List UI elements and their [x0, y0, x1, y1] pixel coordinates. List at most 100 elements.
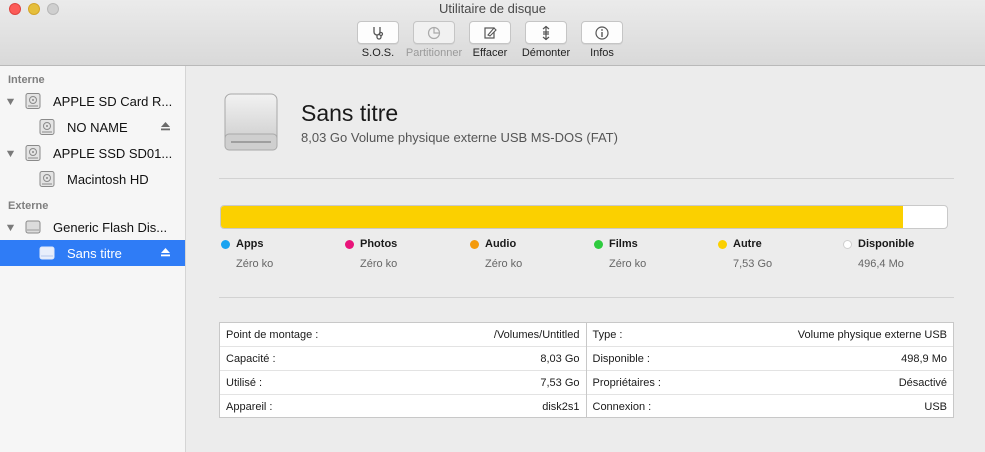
- erase-button[interactable]: Effacer: [462, 21, 518, 59]
- info-value: 498,9 Mo: [901, 352, 947, 365]
- legend-item-disponible: Disponible 496,4 Mo: [843, 238, 914, 270]
- window-title: Utilitaire de disque: [439, 1, 546, 16]
- sos-button[interactable]: S.O.S.: [350, 21, 406, 59]
- pie-icon: [427, 26, 441, 39]
- disk-utility-window: Utilitaire de disque S.O.S. Partitionner…: [0, 0, 985, 452]
- partition-label: Partitionner: [405, 47, 463, 59]
- sidebar-item-label: APPLE SD Card R...: [53, 93, 173, 109]
- legend-item-autre: Autre 7,53 Go: [718, 238, 772, 270]
- info-label: Point de montage :: [226, 328, 319, 341]
- info-value: USB: [924, 401, 947, 413]
- sidebar-item-label: APPLE SSD SD01...: [53, 145, 173, 161]
- volume-name: Sans titre: [301, 100, 399, 126]
- legend-item-audio: Audio Zéro ko: [470, 238, 522, 270]
- external-disk-icon: [224, 93, 278, 151]
- info-value: 7,53 Go: [540, 376, 580, 389]
- usage-bar: [220, 205, 948, 229]
- info-label: Disponible :: [592, 352, 650, 365]
- erase-label: Effacer: [472, 47, 508, 59]
- info-label: Propriétaires :: [592, 376, 661, 389]
- legend-item-films: Films Zéro ko: [594, 238, 646, 270]
- volume-info-table: Point de montage : /Volumes/Untitled Capa…: [219, 322, 954, 418]
- sos-label: S.O.S.: [361, 47, 395, 59]
- legend-dot: [221, 239, 230, 249]
- legend-name: Autre: [733, 238, 762, 250]
- info-value: /Volumes/Untitled: [493, 328, 580, 341]
- legend-name: Disponible: [858, 238, 915, 250]
- unmount-label: Démonter: [521, 47, 571, 59]
- disclosure-triangle-icon[interactable]: [4, 147, 16, 159]
- title-toolbar-bar: Utilitaire de disque S.O.S. Partitionner…: [0, 0, 985, 66]
- legend-value: Zéro ko: [236, 258, 274, 270]
- info-row-available: Disponible : 498,9 Mo: [586, 347, 953, 371]
- legend-value: Zéro ko: [360, 258, 398, 270]
- sidebar-item-apple-ssd[interactable]: APPLE SSD SD01...: [0, 140, 185, 166]
- legend-item-apps: Apps Zéro ko: [221, 238, 273, 270]
- info-label: Connexion :: [592, 401, 652, 413]
- legend-item-photos: Photos Zéro ko: [345, 238, 397, 270]
- info-row-type: Type : Volume physique externe USB: [586, 323, 953, 347]
- sidebar-item-label: Macintosh HD: [67, 171, 149, 187]
- external-disk-icon: [39, 246, 55, 260]
- toolbar: S.O.S. Partitionner Effacer Démonter Inf…: [350, 21, 630, 59]
- legend-dot: [345, 239, 354, 249]
- legend-name: Photos: [360, 238, 398, 250]
- external-disk-icon: [25, 220, 41, 234]
- divider: [219, 178, 954, 179]
- legend-value: Zéro ko: [609, 258, 647, 270]
- unmount-icon: [542, 25, 550, 40]
- legend-value: 7,53 Go: [733, 258, 773, 270]
- legend-dot: [470, 239, 479, 249]
- info-row-capacity: Capacité : 8,03 Go: [220, 347, 586, 371]
- info-button[interactable]: Infos: [574, 21, 630, 59]
- partition-button[interactable]: Partitionner: [406, 21, 462, 59]
- unmount-button[interactable]: Démonter: [518, 21, 574, 59]
- info-row-device: Appareil : disk2s1: [220, 395, 586, 419]
- sidebar-item-apple-sd-card[interactable]: APPLE SD Card R...: [0, 88, 185, 114]
- legend-dot: [594, 239, 603, 249]
- legend-dot: [843, 239, 852, 249]
- volume-detail-pane: Sans titre 8,03 Go Volume physique exter…: [187, 66, 985, 452]
- sidebar-item-generic-flash-disk[interactable]: Generic Flash Dis...: [0, 214, 185, 240]
- eject-icon[interactable]: [160, 247, 171, 258]
- info-value: Désactivé: [898, 376, 947, 389]
- info-label: Type :: [592, 328, 623, 341]
- info-value: 8,03 Go: [540, 352, 580, 365]
- stethoscope-icon: [373, 26, 384, 40]
- info-value: Volume physique externe USB: [797, 328, 947, 341]
- legend-dot: [718, 239, 727, 249]
- info-row-owners: Propriétaires : Désactivé: [586, 371, 953, 395]
- sidebar-section-external: Externe: [8, 200, 49, 212]
- info-label: Appareil :: [226, 401, 273, 413]
- sidebar-section-internal: Interne: [8, 74, 45, 86]
- volume-description: 8,03 Go Volume physique externe USB MS-D…: [301, 130, 618, 145]
- sidebar-item-label: Generic Flash Dis...: [53, 219, 168, 235]
- sidebar-item-macintosh-hd[interactable]: Macintosh HD: [0, 166, 185, 192]
- info-value: disk2s1: [542, 401, 580, 413]
- info-icon: [595, 25, 609, 40]
- hard-disk-icon: [39, 171, 55, 187]
- info-label: Capacité :: [226, 352, 276, 365]
- info-label: Infos: [590, 47, 614, 59]
- info-row-mount-point: Point de montage : /Volumes/Untitled: [220, 323, 586, 347]
- disclosure-triangle-icon[interactable]: [4, 221, 16, 233]
- sidebar-item-label: NO NAME: [67, 119, 128, 135]
- legend-value: 496,4 Mo: [858, 258, 904, 270]
- usage-legend: Apps Zéro ko Photos Zéro ko Audio Zéro k…: [221, 238, 961, 278]
- legend-name: Films: [609, 238, 638, 250]
- hard-disk-icon: [25, 93, 41, 109]
- sidebar-item-sans-titre[interactable]: Sans titre: [0, 240, 185, 266]
- legend-name: Apps: [236, 238, 264, 250]
- legend-value: Zéro ko: [485, 258, 523, 270]
- usage-bar-other-segment: [221, 206, 903, 228]
- hard-disk-icon: [39, 119, 55, 135]
- hard-disk-icon: [25, 145, 41, 161]
- sidebar-item-no-name[interactable]: NO NAME: [0, 114, 185, 140]
- info-column-right: Type : Volume physique externe USB Dispon…: [586, 323, 954, 419]
- info-row-used: Utilisé : 7,53 Go: [220, 371, 586, 395]
- sidebar-item-label: Sans titre: [67, 245, 122, 261]
- info-column-left: Point de montage : /Volumes/Untitled Capa…: [220, 323, 587, 417]
- info-row-connection: Connexion : USB: [587, 395, 954, 419]
- disclosure-triangle-icon[interactable]: [4, 95, 16, 107]
- eject-icon[interactable]: [160, 121, 171, 132]
